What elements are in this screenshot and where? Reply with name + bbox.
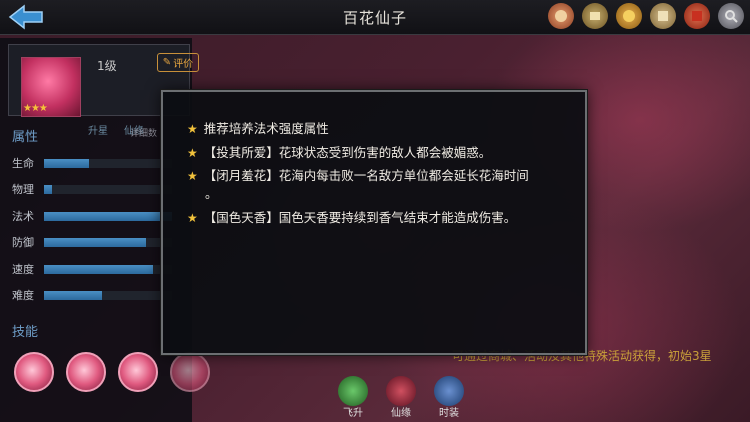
stat-name: 难度	[12, 289, 34, 302]
skill-icon[interactable]	[118, 352, 158, 392]
star-icon: ★	[187, 122, 198, 136]
coin-icon	[623, 10, 635, 22]
stat-bar	[44, 265, 153, 274]
rate-label: 评价	[173, 59, 194, 70]
nav-button-1[interactable]	[548, 3, 574, 29]
skill-icon[interactable]	[66, 352, 106, 392]
scroll-icon	[590, 12, 600, 20]
stat-bar	[44, 185, 52, 194]
star-icon: ★	[187, 146, 198, 160]
costume-icon	[434, 376, 464, 406]
stat-name: 生命	[12, 157, 34, 170]
skill-icon[interactable]	[170, 352, 210, 392]
tab-fairy-bond[interactable]: 仙缘	[382, 376, 420, 420]
heart-icon	[386, 376, 416, 406]
tab-label: 时装	[439, 408, 459, 419]
bottom-tabs: 飞升 仙缘 时装	[334, 376, 468, 420]
star-icon: ★	[187, 211, 198, 225]
lock-badge-icon	[555, 10, 567, 22]
edit-icon: ✎	[162, 57, 172, 68]
nav-button-4[interactable]	[650, 3, 676, 29]
top-bar: 百花仙子	[0, 0, 750, 35]
stat-bar	[44, 238, 147, 247]
tips-dialog[interactable]: ★ 推荐培养法术强度属性 ★ 【投其所爱】花球状态受到伤害的敌人都会被媚惑。 ★ 【闭…	[161, 90, 587, 355]
tip-item: ★ 【投其所爱】花球状态受到伤害的敌人都会被媚惑。	[187, 144, 491, 162]
tab-label: 飞升	[343, 408, 363, 419]
nav-button-2[interactable]	[582, 3, 608, 29]
stat-bar	[44, 159, 89, 168]
nav-button-6[interactable]	[718, 3, 744, 29]
leaf-icon	[338, 376, 368, 406]
nav-button-3[interactable]	[616, 3, 642, 29]
stat-name: 防御	[12, 236, 34, 249]
stat-bar	[44, 212, 172, 221]
tab-costume[interactable]: 时装	[430, 376, 468, 420]
tip-text-continued: 。	[205, 186, 218, 201]
hero-level: 1级	[97, 59, 117, 73]
magnifier-icon	[725, 10, 738, 23]
tip-item: ★ 推荐培养法术强度属性	[187, 120, 329, 138]
nav-button-5[interactable]	[684, 3, 710, 29]
skill-icon[interactable]	[14, 352, 54, 392]
star-icon: ★	[187, 169, 198, 183]
tab-label: 仙缘	[391, 408, 411, 419]
skills-title: 技能	[12, 325, 39, 340]
tip-text: 【闭月羞花】花海内每击败一名敌方单位都会延长花海时间	[203, 168, 529, 183]
rate-button[interactable]: ✎ 评价	[157, 53, 199, 72]
book-icon	[692, 11, 702, 21]
stat-name: 物理	[12, 183, 34, 196]
attributes-title: 属性	[12, 130, 39, 145]
hero-stars: ★★★	[23, 103, 48, 114]
stat-bar	[44, 291, 102, 300]
stat-name: 法术	[12, 210, 34, 223]
tip-text: 【投其所爱】花球状态受到伤害的敌人都会被媚惑。	[203, 145, 492, 160]
upgrade-star-button[interactable]: 升星	[88, 122, 108, 137]
stat-name: 速度	[12, 263, 34, 276]
tip-text: 【国色天香】国色天香要持续到香气结束才能造成伤害。	[203, 210, 517, 225]
map-icon	[658, 11, 668, 21]
tip-text: 推荐培养法术强度属性	[203, 121, 329, 136]
skill-list	[14, 352, 210, 392]
tip-item: ★ 【闭月羞花】花海内每击败一名敌方单位都会延长花海时间 。	[187, 167, 529, 203]
detail-link[interactable]: 详细数	[130, 126, 157, 139]
tip-item: ★ 【国色天香】国色天香要持续到香气结束才能造成伤害。	[187, 209, 516, 227]
tab-ascend[interactable]: 飞升	[334, 376, 372, 420]
